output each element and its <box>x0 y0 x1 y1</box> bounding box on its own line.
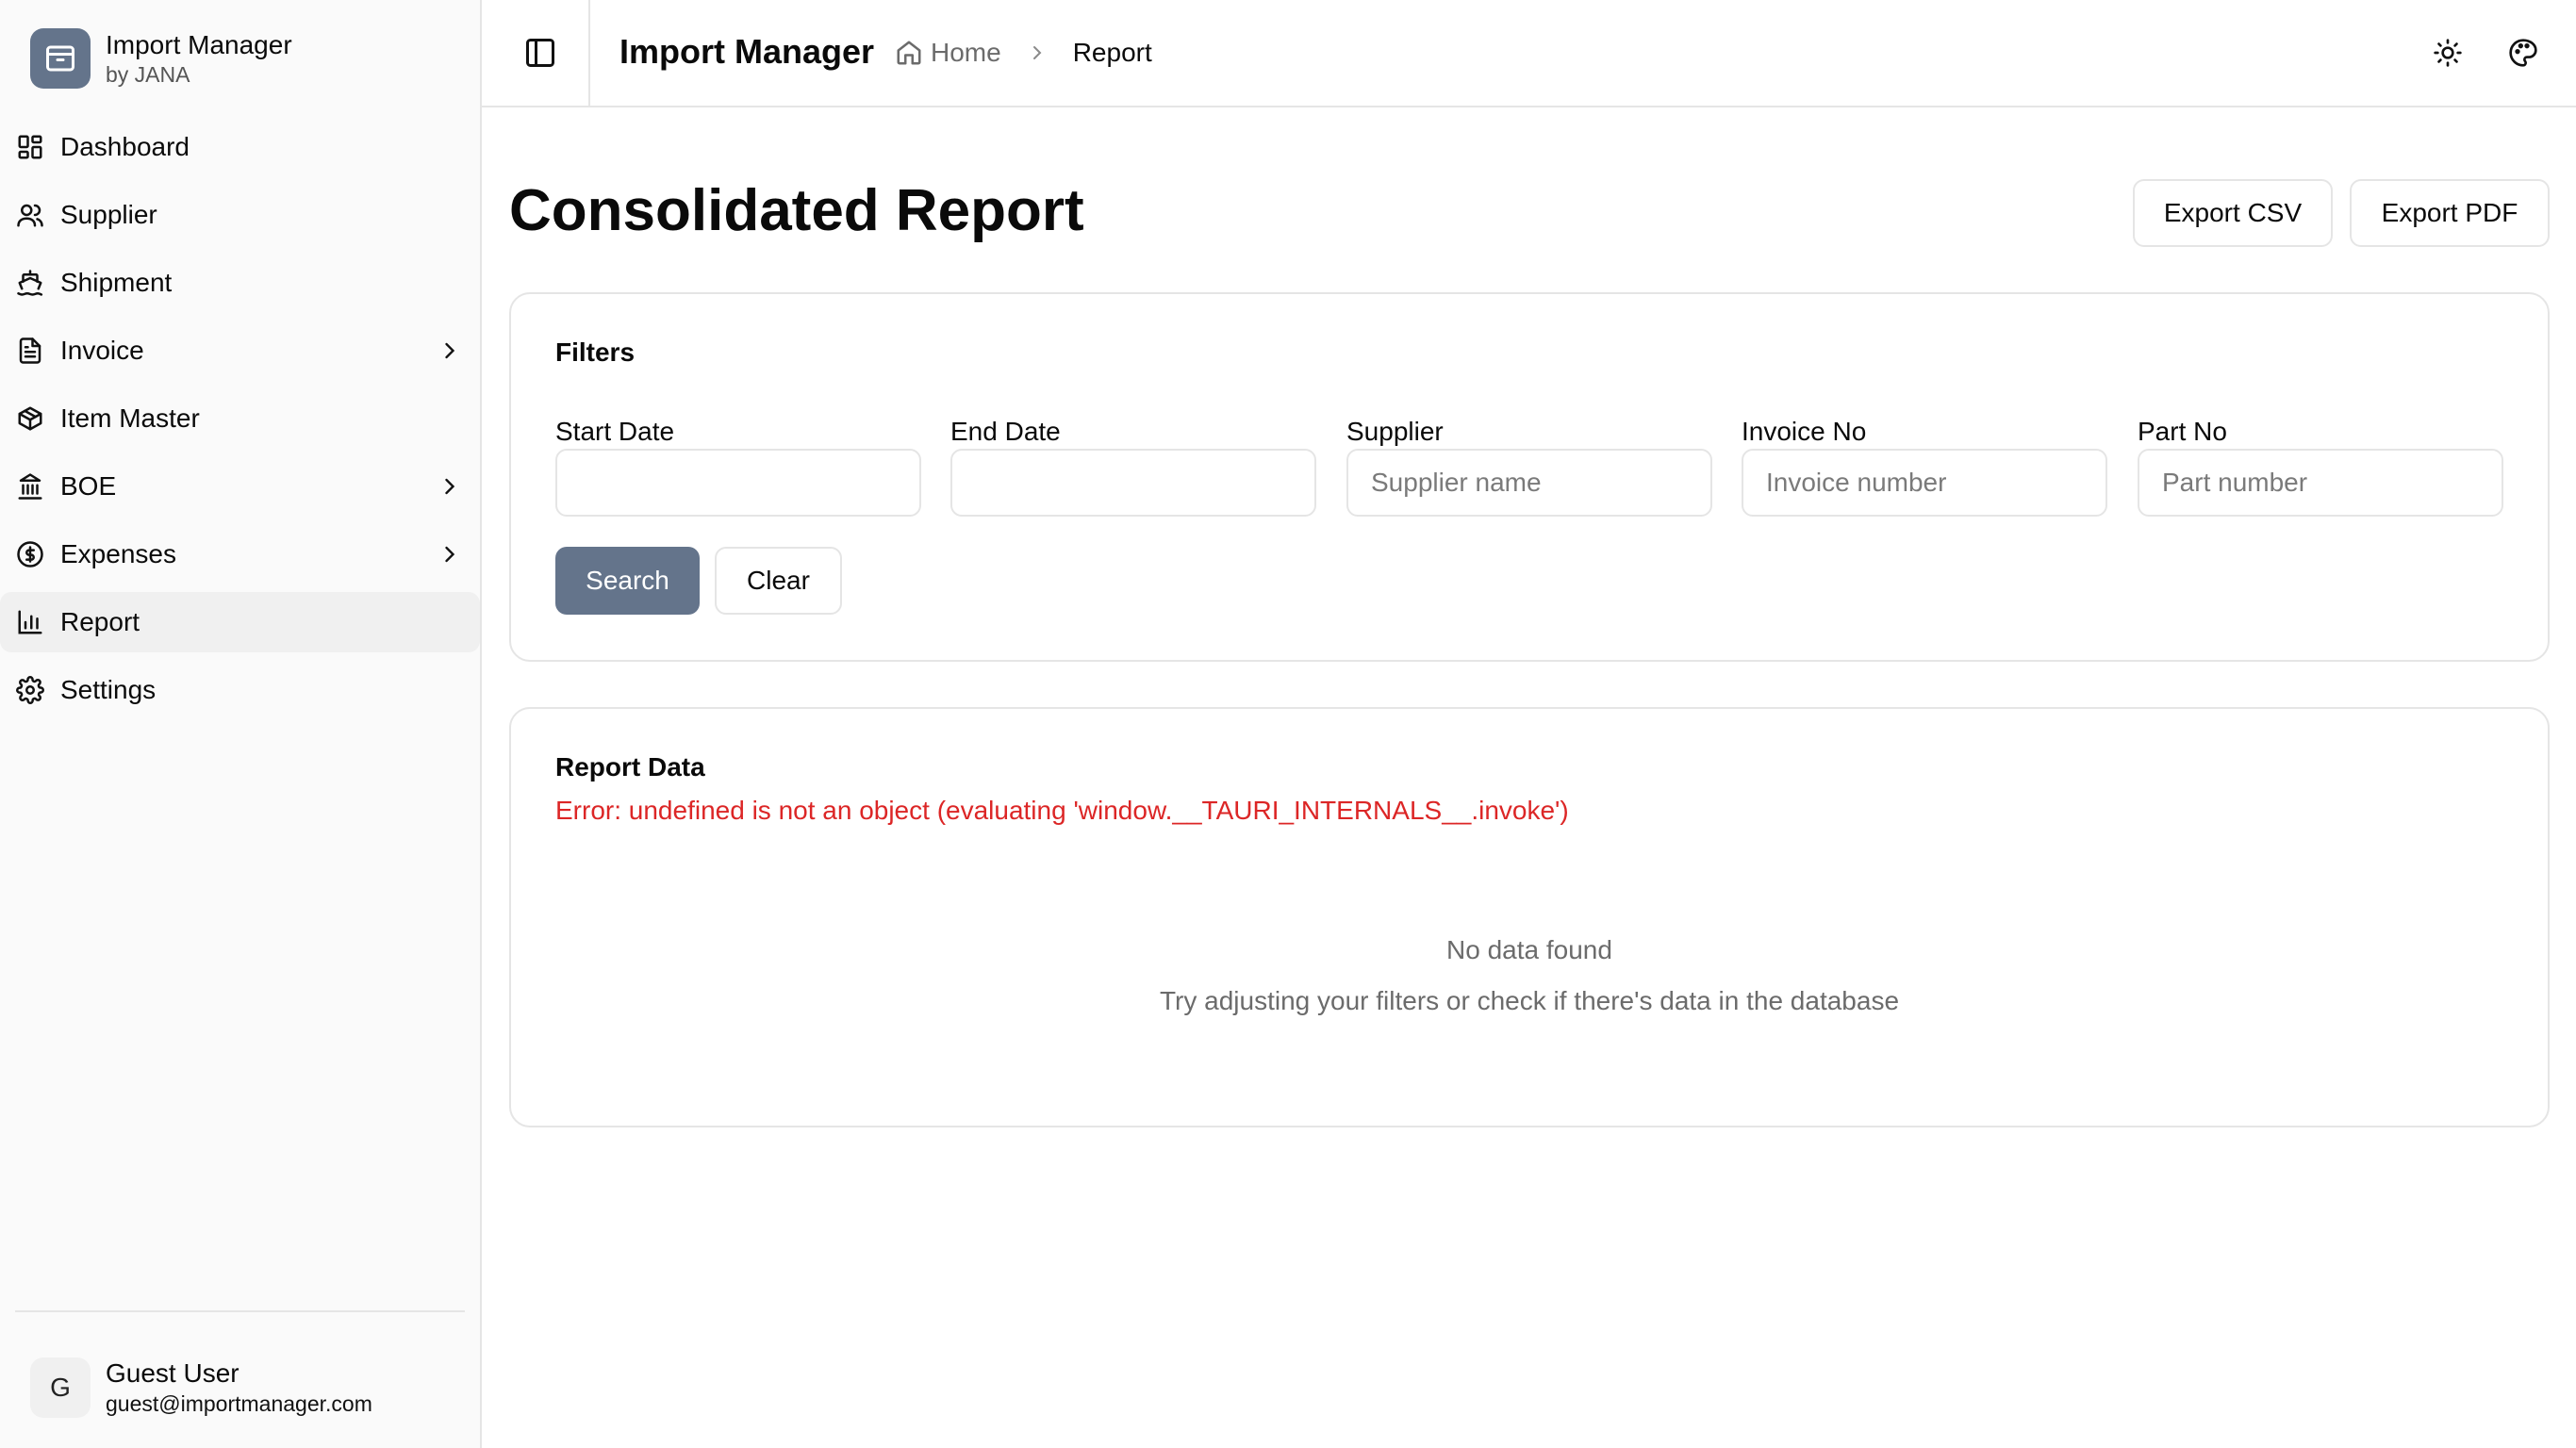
users-icon <box>15 200 45 230</box>
report-data-card <box>509 707 2550 1127</box>
user-menu[interactable]: G Guest User guest@importmanager.com <box>30 1358 372 1418</box>
sidebar-item-expenses[interactable]: Expenses <box>0 524 480 584</box>
sidebar: Import Manager by JANA Dashboard Supplie… <box>0 0 482 1448</box>
supplier-input[interactable] <box>1346 449 1712 517</box>
avatar: G <box>30 1358 91 1418</box>
sidebar-item-invoice[interactable]: Invoice <box>0 321 480 381</box>
sidebar-item-item-master[interactable]: Item Master <box>0 388 480 449</box>
sidebar-divider <box>15 1310 465 1312</box>
chevron-right-icon <box>437 473 463 500</box>
export-pdf-button[interactable]: Export PDF <box>2350 179 2550 247</box>
sidebar-item-label: Settings <box>60 675 157 704</box>
header-title: Import Manager <box>619 32 875 71</box>
file-text-icon <box>15 336 45 366</box>
filters-title: Filters <box>555 337 636 367</box>
sun-icon <box>2434 39 2462 67</box>
home-icon <box>897 41 921 65</box>
sidebar-item-label: Report <box>60 607 140 636</box>
sidebar-toggle-button[interactable] <box>520 32 561 74</box>
package-icon <box>15 403 45 434</box>
top-header: Import Manager Home Report <box>482 0 2576 107</box>
panel-left-icon <box>526 39 554 67</box>
clear-button[interactable]: Clear <box>715 547 842 615</box>
brand[interactable]: Import Manager by JANA <box>30 28 292 89</box>
sidebar-item-report[interactable]: Report <box>0 592 480 652</box>
end-date-input[interactable] <box>950 449 1316 517</box>
empty-state-title: No data found <box>1446 935 1612 964</box>
ship-icon <box>15 268 45 298</box>
sidebar-item-shipment[interactable]: Shipment <box>0 253 480 313</box>
app-byline: by JANA <box>106 62 190 87</box>
dashboard-icon <box>15 132 45 162</box>
end-date-label: End Date <box>950 417 1061 446</box>
bar-chart-icon <box>15 607 45 637</box>
gear-icon <box>15 675 45 705</box>
breadcrumb-current: Report <box>1072 38 1152 67</box>
header-divider <box>588 0 590 107</box>
sidebar-nav: Dashboard Supplier Shipment Invoice Item… <box>0 117 480 728</box>
start-date-label: Start Date <box>555 417 675 446</box>
chevron-right-icon <box>437 541 463 568</box>
sidebar-item-label: Shipment <box>60 268 173 297</box>
sidebar-item-boe[interactable]: BOE <box>0 456 480 517</box>
invoice-no-label: Invoice No <box>1742 417 1867 446</box>
sidebar-item-label: Invoice <box>60 336 144 365</box>
package-logo-icon <box>30 28 91 89</box>
page-title: Consolidated Report <box>509 178 1084 243</box>
sidebar-item-settings[interactable]: Settings <box>0 660 480 720</box>
app-name: Import Manager <box>106 30 292 59</box>
start-date-input[interactable] <box>555 449 921 517</box>
export-csv-button[interactable]: Export CSV <box>2133 179 2333 247</box>
invoice-no-input[interactable] <box>1742 449 2107 517</box>
supplier-label: Supplier <box>1346 417 1444 446</box>
search-button[interactable]: Search <box>555 547 700 615</box>
sidebar-item-label: BOE <box>60 471 117 501</box>
chevron-right-icon <box>437 337 463 364</box>
landmark-icon <box>15 471 45 502</box>
report-data-title: Report Data <box>555 752 705 782</box>
palette-button[interactable] <box>2502 32 2544 74</box>
error-message: Error: undefined is not an object (evalu… <box>555 796 1569 825</box>
sidebar-item-label: Item Master <box>60 403 200 433</box>
user-name: Guest User <box>106 1358 239 1388</box>
empty-state-subtitle: Try adjusting your filters or check if t… <box>1159 986 1900 1015</box>
breadcrumb-home[interactable]: Home <box>895 34 1001 72</box>
sidebar-item-label: Expenses <box>60 539 176 568</box>
palette-icon <box>2509 39 2537 67</box>
breadcrumb: Home Report <box>895 34 1152 72</box>
dollar-circle-icon <box>15 539 45 569</box>
sidebar-item-label: Supplier <box>60 200 157 229</box>
part-no-label: Part No <box>2138 417 2227 446</box>
chevron-right-icon <box>1026 41 1049 64</box>
sidebar-item-supplier[interactable]: Supplier <box>0 185 480 245</box>
sidebar-item-dashboard[interactable]: Dashboard <box>0 117 480 177</box>
part-no-input[interactable] <box>2138 449 2503 517</box>
user-email: guest@importmanager.com <box>106 1391 372 1416</box>
sidebar-item-label: Dashboard <box>60 132 190 161</box>
theme-toggle-button[interactable] <box>2427 32 2469 74</box>
breadcrumb-home-label: Home <box>931 38 1001 67</box>
